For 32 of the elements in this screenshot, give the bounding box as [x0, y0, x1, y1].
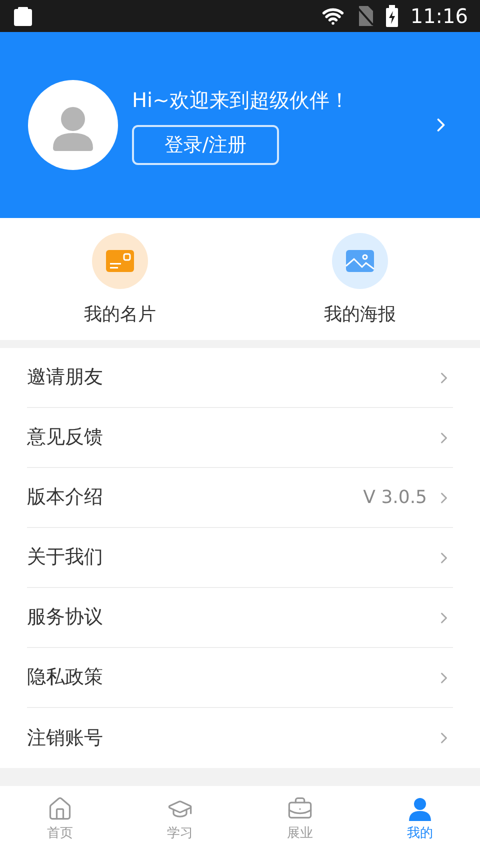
- menu-item[interactable]: 注销账号: [27, 708, 453, 768]
- clipboard-icon: [12, 5, 34, 27]
- no-sim-icon: [356, 5, 374, 27]
- avatar-icon: [28, 80, 118, 170]
- status-time: 11:16: [410, 3, 468, 30]
- menu-item[interactable]: 服务协议: [27, 588, 453, 648]
- greeting-text: Hi~欢迎来到超级伙伴！: [132, 87, 350, 114]
- menu-item[interactable]: 关于我们: [27, 528, 453, 588]
- login-button[interactable]: 登录/注册: [132, 125, 279, 165]
- menu-label: 邀请朋友: [27, 365, 104, 390]
- person-icon: [407, 796, 433, 822]
- tab[interactable]: 我的: [360, 786, 480, 853]
- version-text: V 3.0.5: [363, 486, 427, 510]
- shortcut-label[interactable]: 我的名片: [84, 301, 156, 328]
- menu-item[interactable]: 版本介绍 V 3.0.5: [27, 468, 453, 528]
- battery-charging-icon: [386, 5, 398, 27]
- menu-label: 版本介绍: [27, 485, 104, 510]
- tab-label: 首页: [47, 824, 73, 843]
- menu-item[interactable]: 隐私政策: [27, 648, 453, 708]
- shortcut-label[interactable]: 我的海报: [324, 301, 396, 328]
- menu-item[interactable]: 邀请朋友: [27, 348, 453, 408]
- tab-label: 展业: [287, 824, 313, 843]
- tab-label: 我的: [407, 824, 433, 843]
- menu-label: 隐私政策: [27, 665, 104, 690]
- menu-label: 注销账号: [27, 726, 104, 751]
- menu-item[interactable]: 意见反馈: [27, 408, 453, 468]
- menu-label: 服务协议: [27, 605, 104, 630]
- menu-label: 关于我们: [27, 545, 104, 570]
- tab-label: 学习: [167, 824, 193, 843]
- menu-label: 意见反馈: [27, 425, 104, 450]
- wifi-icon: [322, 5, 344, 27]
- house-icon: [47, 796, 73, 822]
